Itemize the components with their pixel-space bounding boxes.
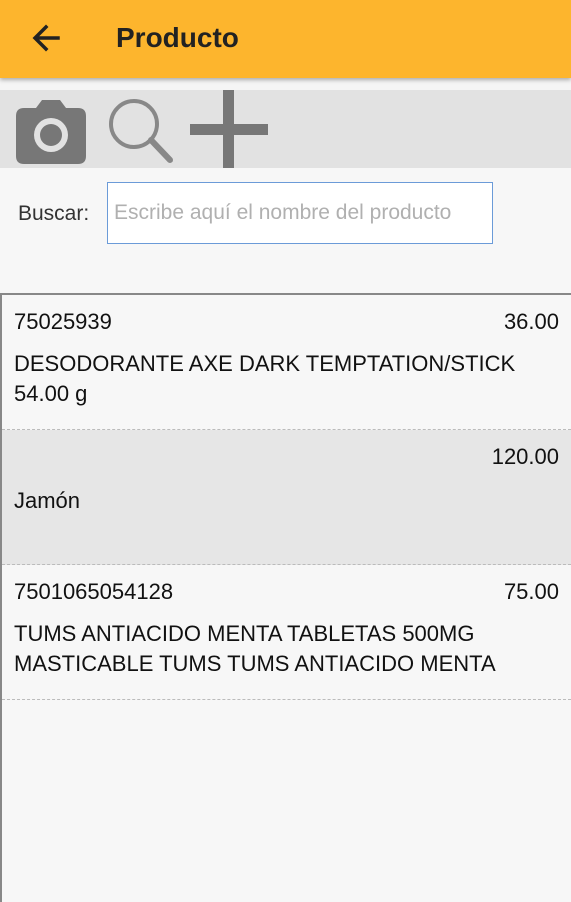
search-input[interactable] [107,182,493,244]
search-row: Buscar: [0,168,571,293]
product-name: DESODORANTE AXE DARK TEMPTATION/STICK 54… [14,351,516,406]
search-icon[interactable] [104,96,176,170]
action-toolbar [0,90,571,168]
search-label: Buscar: [18,202,90,225]
product-price: 120.00 [491,444,559,469]
app-bar: Producto [0,0,571,78]
product-name: TUMS ANTIACIDO MENTA TABLETAS 500MG MAST… [14,621,496,676]
camera-icon[interactable] [12,94,90,170]
back-arrow-icon[interactable] [28,20,64,56]
list-item[interactable]: 75025939 36.00 DESODORANTE AXE DARK TEMP… [2,295,571,430]
page-title: Producto [116,22,239,53]
product-price: 36.00 [503,309,559,334]
product-price: 75.00 [503,579,559,604]
list-item[interactable]: 7501065054128 75.00 TUMS ANTIACIDO MENTA… [2,565,571,700]
product-list[interactable]: 75025939 36.00 DESODORANTE AXE DARK TEMP… [0,293,571,902]
list-item[interactable]: 120.00 Jamón [2,430,571,565]
product-name: Jamón [14,488,81,513]
add-icon[interactable] [188,90,270,172]
product-code: 75025939 [14,309,112,334]
product-code: 7501065054128 [14,579,174,604]
